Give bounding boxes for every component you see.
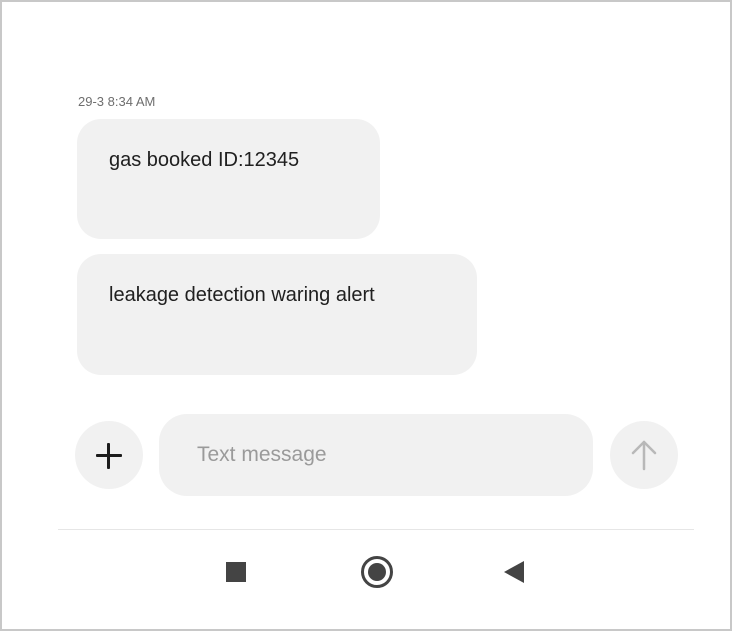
message-timestamp: 29-3 8:34 AM: [78, 94, 156, 109]
compose-field[interactable]: [159, 414, 593, 496]
back-triangle-icon[interactable]: [504, 561, 524, 583]
message-text: gas booked ID:12345: [109, 149, 300, 171]
send-button[interactable]: [610, 421, 678, 489]
message-text: leakage detection waring alert: [109, 284, 375, 306]
arrow-up-icon: [631, 440, 657, 471]
message-bubble[interactable]: gas booked ID:12345: [77, 119, 380, 239]
text-message-input[interactable]: [197, 414, 577, 496]
attach-button[interactable]: [75, 421, 143, 489]
nav-divider: [58, 529, 694, 530]
home-circle-icon[interactable]: [361, 556, 393, 588]
message-bubble[interactable]: leakage detection waring alert: [77, 254, 477, 375]
messaging-screen: 29-3 8:34 AM gas booked ID:12345 leakage…: [0, 0, 732, 631]
recents-square-icon[interactable]: [226, 562, 246, 582]
